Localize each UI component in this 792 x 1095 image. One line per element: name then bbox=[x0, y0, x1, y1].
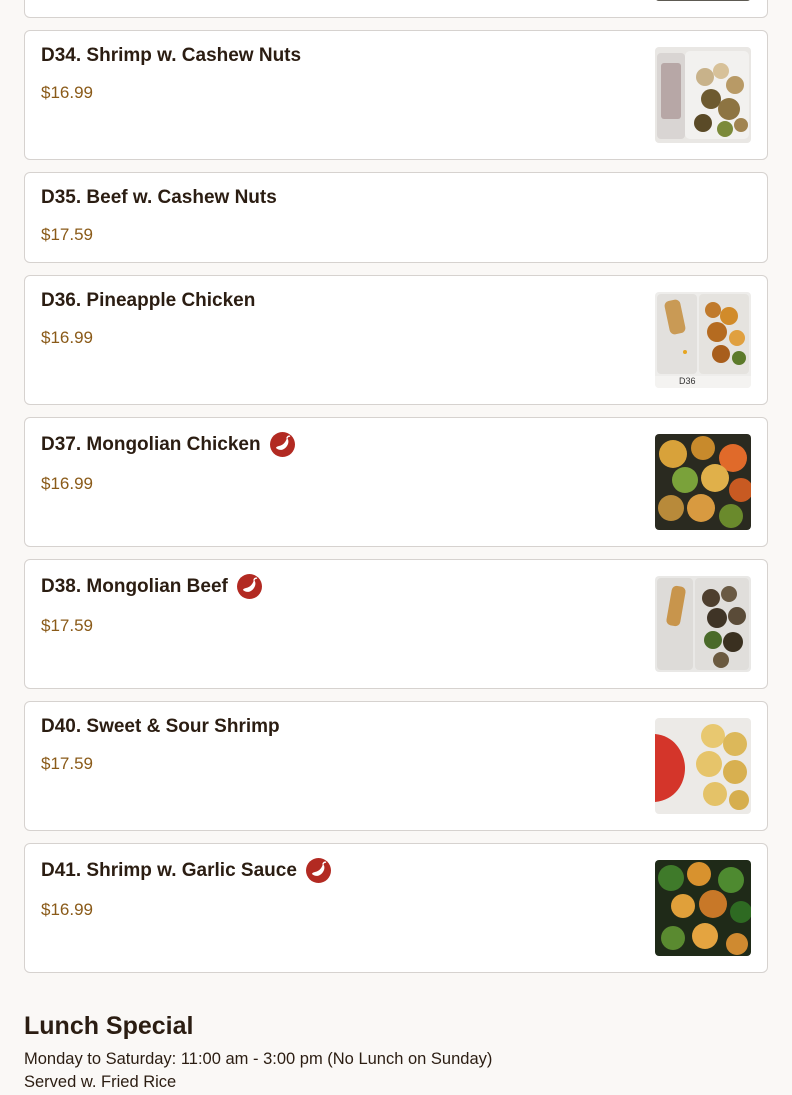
chili-pepper-icon bbox=[269, 432, 295, 457]
item-photo[interactable] bbox=[655, 434, 751, 530]
item-price: $17.59 bbox=[41, 225, 93, 244]
section-hours: Monday to Saturday: 11:00 am - 3:00 pm (… bbox=[24, 1050, 493, 1068]
item-photo[interactable] bbox=[655, 860, 751, 956]
chili-pepper-icon bbox=[305, 858, 331, 883]
menu-item-card[interactable]: D40. Sweet & Sour Shrimp $17.59 bbox=[24, 701, 768, 831]
item-price: $17.59 bbox=[41, 754, 93, 773]
item-price: $16.99 bbox=[41, 474, 93, 493]
item-photo[interactable]: D36 bbox=[655, 292, 751, 388]
item-name[interactable]: D36. Pineapple Chicken bbox=[41, 290, 255, 312]
menu-item-card[interactable]: D35. Beef w. Cashew Nuts $17.59 bbox=[24, 172, 768, 263]
item-name[interactable]: D34. Shrimp w. Cashew Nuts bbox=[41, 45, 301, 67]
item-price: $16.99 bbox=[41, 328, 93, 347]
photo-caption: D36 bbox=[679, 376, 696, 386]
menu-item-card[interactable]: D37. Mongolian Chicken $16.99 bbox=[24, 417, 768, 547]
section-title: Lunch Special bbox=[24, 1012, 194, 1040]
menu-item-card[interactable]: D38. Mongolian Beef $17.59 bbox=[24, 559, 768, 689]
item-price: $17.59 bbox=[41, 616, 93, 635]
menu-item-card[interactable]: D36. Pineapple Chicken $16.99 D36 bbox=[24, 275, 768, 405]
menu-page: D34. Shrimp w. Cashew Nuts $16.99 D35. B… bbox=[0, 0, 792, 1095]
chili-pepper-icon bbox=[236, 574, 262, 599]
menu-item-card-partial[interactable] bbox=[24, 0, 768, 18]
item-name[interactable]: D37. Mongolian Chicken bbox=[41, 432, 295, 457]
item-price: $16.99 bbox=[41, 83, 93, 102]
item-photo[interactable] bbox=[655, 47, 751, 143]
section-note: Served w. Fried Rice bbox=[24, 1073, 177, 1091]
item-name[interactable]: D41. Shrimp w. Garlic Sauce bbox=[41, 858, 331, 883]
item-name[interactable]: D35. Beef w. Cashew Nuts bbox=[41, 187, 277, 209]
item-photo[interactable] bbox=[655, 718, 751, 814]
item-name[interactable]: D40. Sweet & Sour Shrimp bbox=[41, 716, 280, 738]
item-price: $16.99 bbox=[41, 900, 93, 919]
item-name[interactable]: D38. Mongolian Beef bbox=[41, 574, 262, 599]
menu-item-card[interactable]: D34. Shrimp w. Cashew Nuts $16.99 bbox=[24, 30, 768, 160]
item-photo[interactable] bbox=[655, 576, 751, 672]
item-photo bbox=[655, 0, 751, 1]
menu-item-card[interactable]: D41. Shrimp w. Garlic Sauce $16.99 bbox=[24, 843, 768, 973]
